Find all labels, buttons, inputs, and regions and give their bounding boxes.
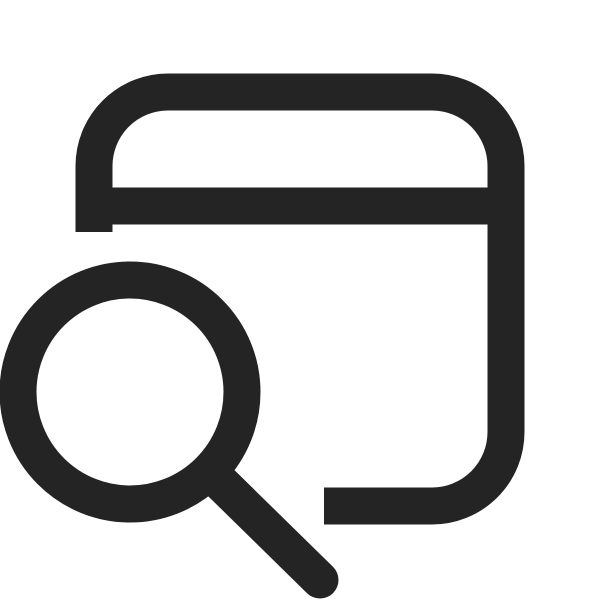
icon-canvas bbox=[0, 0, 600, 600]
magnifier-icon bbox=[0, 261, 339, 599]
window-search-icon bbox=[0, 73, 525, 599]
